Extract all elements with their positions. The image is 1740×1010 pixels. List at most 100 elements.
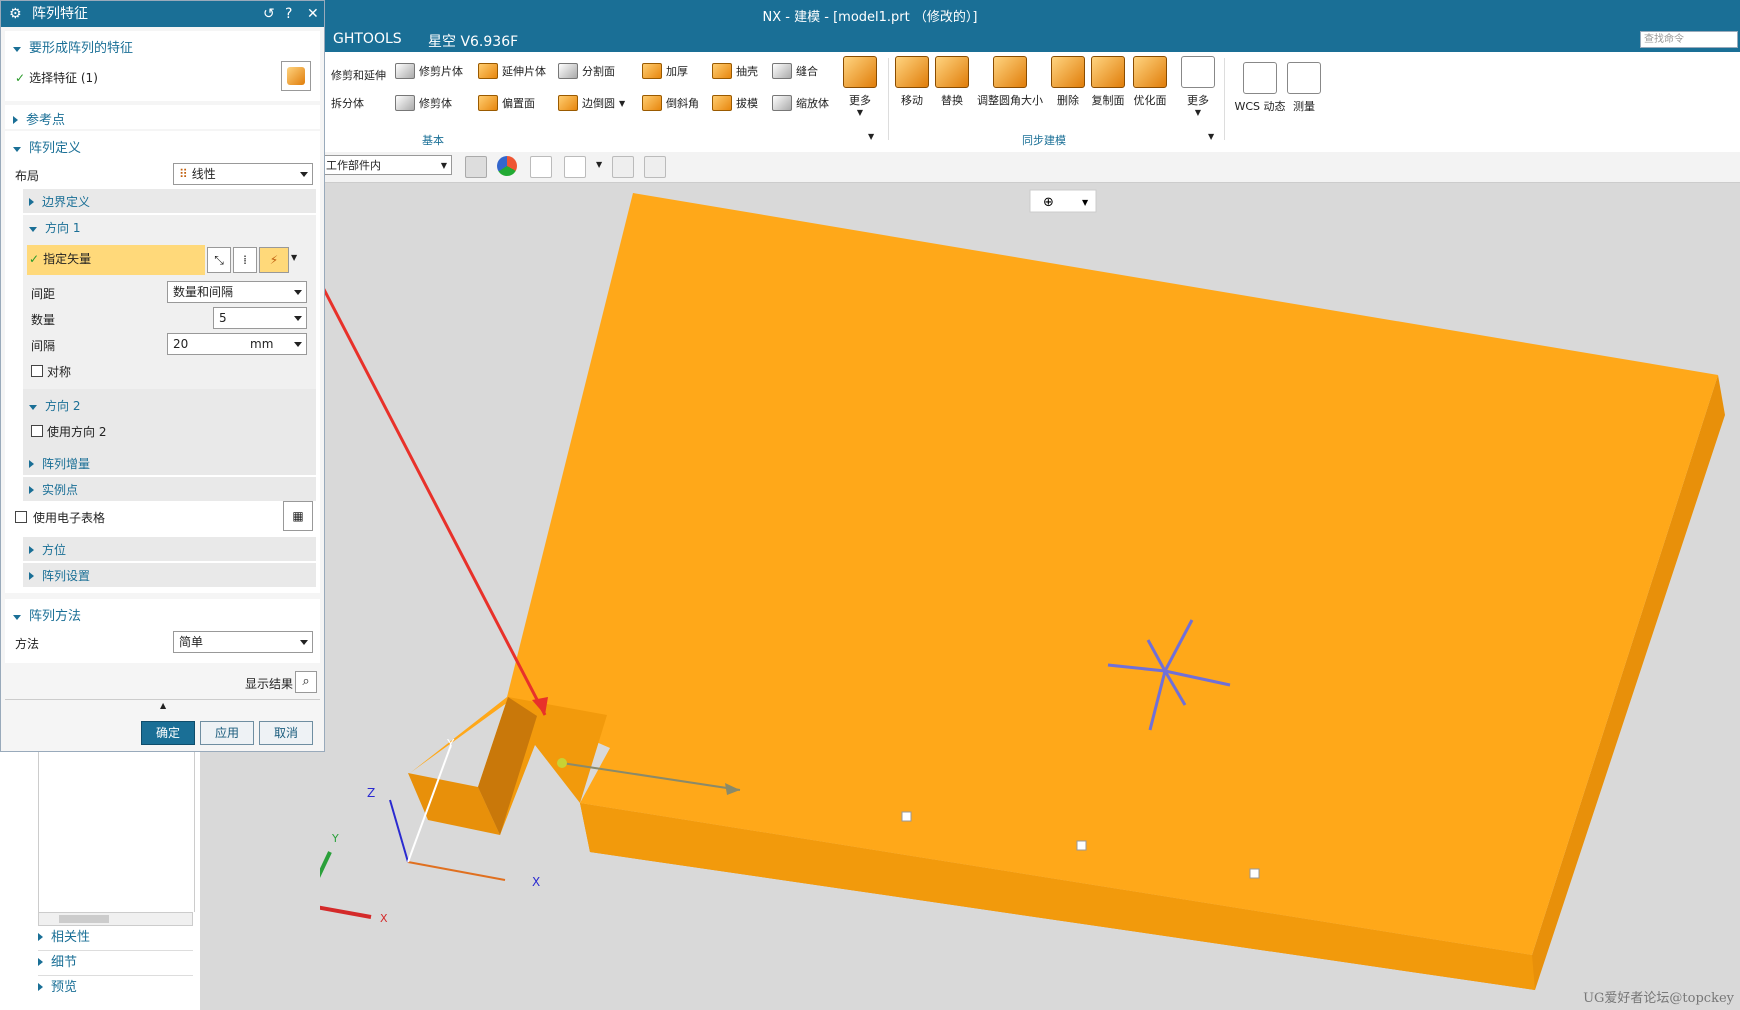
- basic-group-expand-icon[interactable]: ▼: [868, 132, 874, 141]
- use-direction2-checkbox[interactable]: [31, 425, 43, 437]
- section-dependencies[interactable]: 相关性: [38, 926, 193, 951]
- trim-body-button[interactable]: 修剪体: [395, 95, 452, 111]
- trim-extend-button[interactable]: 修剪和延伸: [331, 67, 386, 83]
- tab-xingkong[interactable]: 星空 V6.936F: [428, 31, 518, 51]
- draft-button[interactable]: 拔模: [712, 95, 758, 111]
- cancel-button[interactable]: 取消: [259, 721, 313, 745]
- vector-type-dropdown-icon[interactable]: ▼: [291, 253, 297, 262]
- divide-face-label: 分割面: [582, 65, 615, 78]
- method-value: 简单: [179, 635, 204, 649]
- graphics-viewport[interactable]: X Y Z X Y Z ⊕ ▼: [320, 183, 1740, 1010]
- spreadsheet-icon[interactable]: ▦: [283, 501, 313, 531]
- dialog-title: 阵列特征: [32, 6, 89, 22]
- direction2-header[interactable]: 方向 2: [29, 397, 80, 414]
- sew-button[interactable]: 缝合: [772, 63, 818, 79]
- thicken-button[interactable]: 加厚: [642, 63, 688, 79]
- copy-face-button[interactable]: 复制面: [1084, 56, 1132, 108]
- instance-point[interactable]: [1076, 840, 1087, 851]
- reference-point-header[interactable]: 参考点: [13, 109, 65, 128]
- dialog-title-bar[interactable]: ⚙ 阵列特征 ↺ ? ✕: [1, 1, 324, 27]
- extend-sheet-button[interactable]: 延伸片体: [478, 63, 546, 79]
- snap-dropdown-icon[interactable]: ▼: [596, 160, 602, 169]
- view-cube-icon[interactable]: [612, 156, 634, 178]
- select-feature-row[interactable]: ✓ 选择特征 (1): [15, 69, 98, 86]
- show-result-icon[interactable]: ⌕: [295, 671, 317, 693]
- array-method-header[interactable]: 阵列方法: [13, 605, 81, 624]
- section-details-label: 细节: [51, 955, 78, 970]
- horizontal-scrollbar[interactable]: [38, 912, 193, 926]
- basic-more-button[interactable]: 更多 ▼: [836, 56, 884, 117]
- view-triad-y-axis: [320, 851, 332, 878]
- shell-button[interactable]: 抽壳: [712, 63, 758, 79]
- orientation-subsection[interactable]: 方位: [23, 537, 316, 561]
- selection-toolbar: 工作部件内 ▼ ▼: [320, 152, 1740, 183]
- boundary-definition-subsection[interactable]: 边界定义: [23, 189, 316, 213]
- chamfer-button[interactable]: 倒斜角: [642, 95, 699, 111]
- reference-point-section: 参考点: [5, 105, 320, 129]
- trim-sheet-button[interactable]: 修剪片体: [395, 63, 463, 79]
- method-select[interactable]: 简单: [173, 631, 313, 653]
- pitch-input[interactable]: 20 mm: [167, 333, 307, 355]
- collapse-up-icon[interactable]: ▲: [160, 701, 166, 710]
- ok-button[interactable]: 确定: [141, 721, 195, 745]
- color-wheel-icon[interactable]: [497, 156, 517, 176]
- boundary-definition-label: 边界定义: [42, 195, 91, 209]
- edge-blend-dropdown-icon[interactable]: ▼: [619, 99, 625, 108]
- section-preview[interactable]: 预览: [38, 976, 193, 1000]
- instance-point[interactable]: [1249, 868, 1260, 879]
- direction1-header[interactable]: 方向 1: [29, 219, 80, 236]
- section-details[interactable]: 细节: [38, 951, 193, 976]
- wireframe-view-icon[interactable]: [530, 156, 552, 178]
- vector-origin-handle[interactable]: [557, 758, 567, 768]
- close-icon[interactable]: ✕: [307, 1, 319, 27]
- replace-face-button[interactable]: 替换: [928, 56, 976, 108]
- shaded-view-icon[interactable]: [465, 156, 487, 178]
- section-dependencies-label: 相关性: [51, 930, 91, 945]
- resize-blend-button[interactable]: 调整圆角大小: [970, 56, 1050, 108]
- inferred-vector-icon[interactable]: ⚡: [259, 247, 289, 273]
- split-body-button[interactable]: 拆分体: [331, 95, 364, 111]
- snap-point-icon[interactable]: [564, 156, 586, 178]
- help-icon[interactable]: ?: [285, 1, 292, 27]
- optimize-face-button[interactable]: 优化面: [1126, 56, 1174, 108]
- tab-ghtools[interactable]: GHTOOLS: [333, 31, 402, 47]
- divide-face-button[interactable]: 分割面: [558, 63, 615, 79]
- apply-button[interactable]: 应用: [200, 721, 254, 745]
- symmetric-checkbox[interactable]: [31, 365, 43, 377]
- measure-button[interactable]: 测量: [1280, 62, 1328, 114]
- edge-blend-button[interactable]: 边倒圆 ▼: [558, 95, 625, 111]
- count-input[interactable]: 5: [213, 307, 307, 329]
- array-definition-header[interactable]: 阵列定义: [13, 137, 81, 156]
- array-increment-subsection[interactable]: 阵列增量: [23, 451, 316, 475]
- use-spreadsheet-checkbox[interactable]: [15, 511, 27, 523]
- command-search-input[interactable]: 查找命令: [1640, 31, 1738, 48]
- navigator-list[interactable]: [38, 752, 195, 912]
- specify-vector-row[interactable]: ✓ 指定矢量: [27, 245, 205, 275]
- instance-points-subsection[interactable]: 实例点: [23, 477, 316, 501]
- ruler-icon: [1287, 62, 1321, 94]
- sync-group-expand-icon[interactable]: ▼: [1208, 132, 1214, 141]
- resize-blend-icon: [993, 56, 1027, 88]
- reset-icon[interactable]: ↺: [263, 1, 275, 27]
- instance-point[interactable]: [901, 811, 912, 822]
- section-preview-label: 预览: [51, 980, 78, 995]
- layout-select[interactable]: ⠿ 线性: [173, 163, 313, 185]
- delete-face-label: 删除: [1057, 94, 1079, 107]
- array-settings-subsection[interactable]: 阵列设置: [23, 563, 316, 587]
- measure-label: 测量: [1293, 100, 1315, 113]
- section-view-icon[interactable]: [644, 156, 666, 178]
- select-feature-button[interactable]: [281, 61, 311, 91]
- array-increment-header: 阵列增量: [29, 455, 90, 472]
- scrollbar-thumb[interactable]: [59, 915, 109, 923]
- features-section-header[interactable]: 要形成阵列的特征: [13, 37, 133, 56]
- selection-scope-select[interactable]: 工作部件内 ▼: [322, 155, 452, 175]
- copy-face-label: 复制面: [1091, 94, 1125, 107]
- scale-body-button[interactable]: 缩放体: [772, 95, 829, 111]
- more-solid-icon: [843, 56, 877, 88]
- sew-icon: [772, 63, 792, 79]
- spacing-select[interactable]: 数量和间隔: [167, 281, 307, 303]
- offset-face-button[interactable]: 偏置面: [478, 95, 535, 111]
- reverse-direction-icon[interactable]: ⁞: [233, 247, 257, 273]
- sync-more-button[interactable]: 更多 ▼: [1174, 56, 1222, 117]
- vector-dialog-icon[interactable]: ⤡: [207, 247, 231, 273]
